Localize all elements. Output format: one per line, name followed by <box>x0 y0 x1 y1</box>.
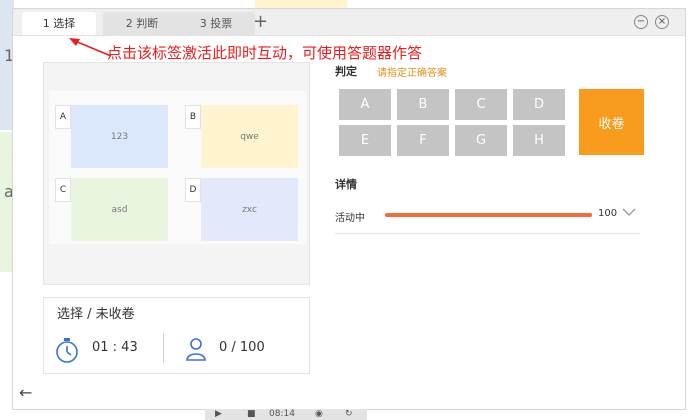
option-b-text: qwe <box>240 131 259 142</box>
answer-button-d[interactable]: D <box>513 89 565 120</box>
option-d-text: zxc <box>242 204 257 215</box>
background-panel-yellow <box>255 0 347 8</box>
activity-progress-fill <box>385 213 592 217</box>
activity-progress-track <box>385 213 592 217</box>
timer-text: 01 : 43 <box>92 340 138 355</box>
option-d-box: zxc <box>201 178 298 241</box>
activity-row: 活动中 100 <box>335 204 640 234</box>
annotation-text: 点击该标签激活此即时互动，可使用答题器作答 <box>107 44 423 62</box>
tab-judge[interactable]: 2 判断 <box>103 12 181 35</box>
close-icon[interactable]: × <box>655 15 669 29</box>
collect-button[interactable]: 收卷 <box>579 89 644 155</box>
answer-button-f[interactable]: F <box>397 125 449 156</box>
option-c-box: asd <box>71 178 168 241</box>
answer-button-a[interactable]: A <box>339 89 391 120</box>
tab-bar: 1 选择 2 判断 3 投票 + − × <box>13 9 685 36</box>
option-b-letter: B <box>185 105 201 129</box>
status-title: 选择 / 未收卷 <box>57 307 135 322</box>
option-d-letter: D <box>185 178 201 202</box>
option-c-text: asd <box>111 204 128 215</box>
back-arrow-icon[interactable]: ← <box>19 383 32 402</box>
activity-label: 活动中 <box>335 213 365 224</box>
tab-choice[interactable]: 1 选择 <box>22 12 96 35</box>
answer-button-g[interactable]: G <box>455 125 507 156</box>
answer-button-b[interactable]: B <box>397 89 449 120</box>
media-controls-bar: ▶ ■ 08:14 ◉ ↻ <box>205 409 367 420</box>
tab-vote[interactable]: 3 投票 <box>177 12 255 35</box>
option-a-text: 123 <box>110 131 129 142</box>
option-a-box: 123 <box>71 105 168 168</box>
answer-button-e[interactable]: E <box>339 125 391 156</box>
judge-hint: 请指定正确答案 <box>377 68 447 79</box>
chevron-down-icon[interactable] <box>622 206 636 218</box>
option-b-box: qwe <box>201 105 298 168</box>
volume-icon[interactable]: ◉ <box>315 409 323 420</box>
play-icon[interactable]: ▶ <box>215 409 222 420</box>
judge-label: 判定 <box>335 65 357 78</box>
question-preview: A 123 B qwe C asd D zxc <box>43 62 310 285</box>
answer-button-h[interactable]: H <box>513 125 565 156</box>
add-tab-icon[interactable]: + <box>253 11 268 33</box>
stop-icon[interactable]: ■ <box>247 409 256 420</box>
user-icon <box>186 338 206 361</box>
interaction-window: 1 选择 2 判断 3 投票 + − × 点击该标签激活此即时互动，可使用答题器… <box>12 8 686 410</box>
stopwatch-icon <box>56 338 78 363</box>
option-c-letter: C <box>55 178 71 202</box>
preview-options-area: A 123 B qwe C asd D zxc <box>49 91 306 244</box>
minimize-icon[interactable]: − <box>634 15 648 29</box>
divider <box>163 333 164 363</box>
response-count: 0 / 100 <box>219 340 265 355</box>
details-label: 详情 <box>335 178 357 191</box>
option-a-letter: A <box>55 105 71 129</box>
status-panel: 选择 / 未收卷 01 : 43 0 / 100 <box>43 297 310 374</box>
activity-value: 100 <box>598 208 618 219</box>
refresh-icon[interactable]: ↻ <box>345 409 353 420</box>
answer-button-c[interactable]: C <box>455 89 507 120</box>
time-display: 08:14 <box>269 409 295 419</box>
